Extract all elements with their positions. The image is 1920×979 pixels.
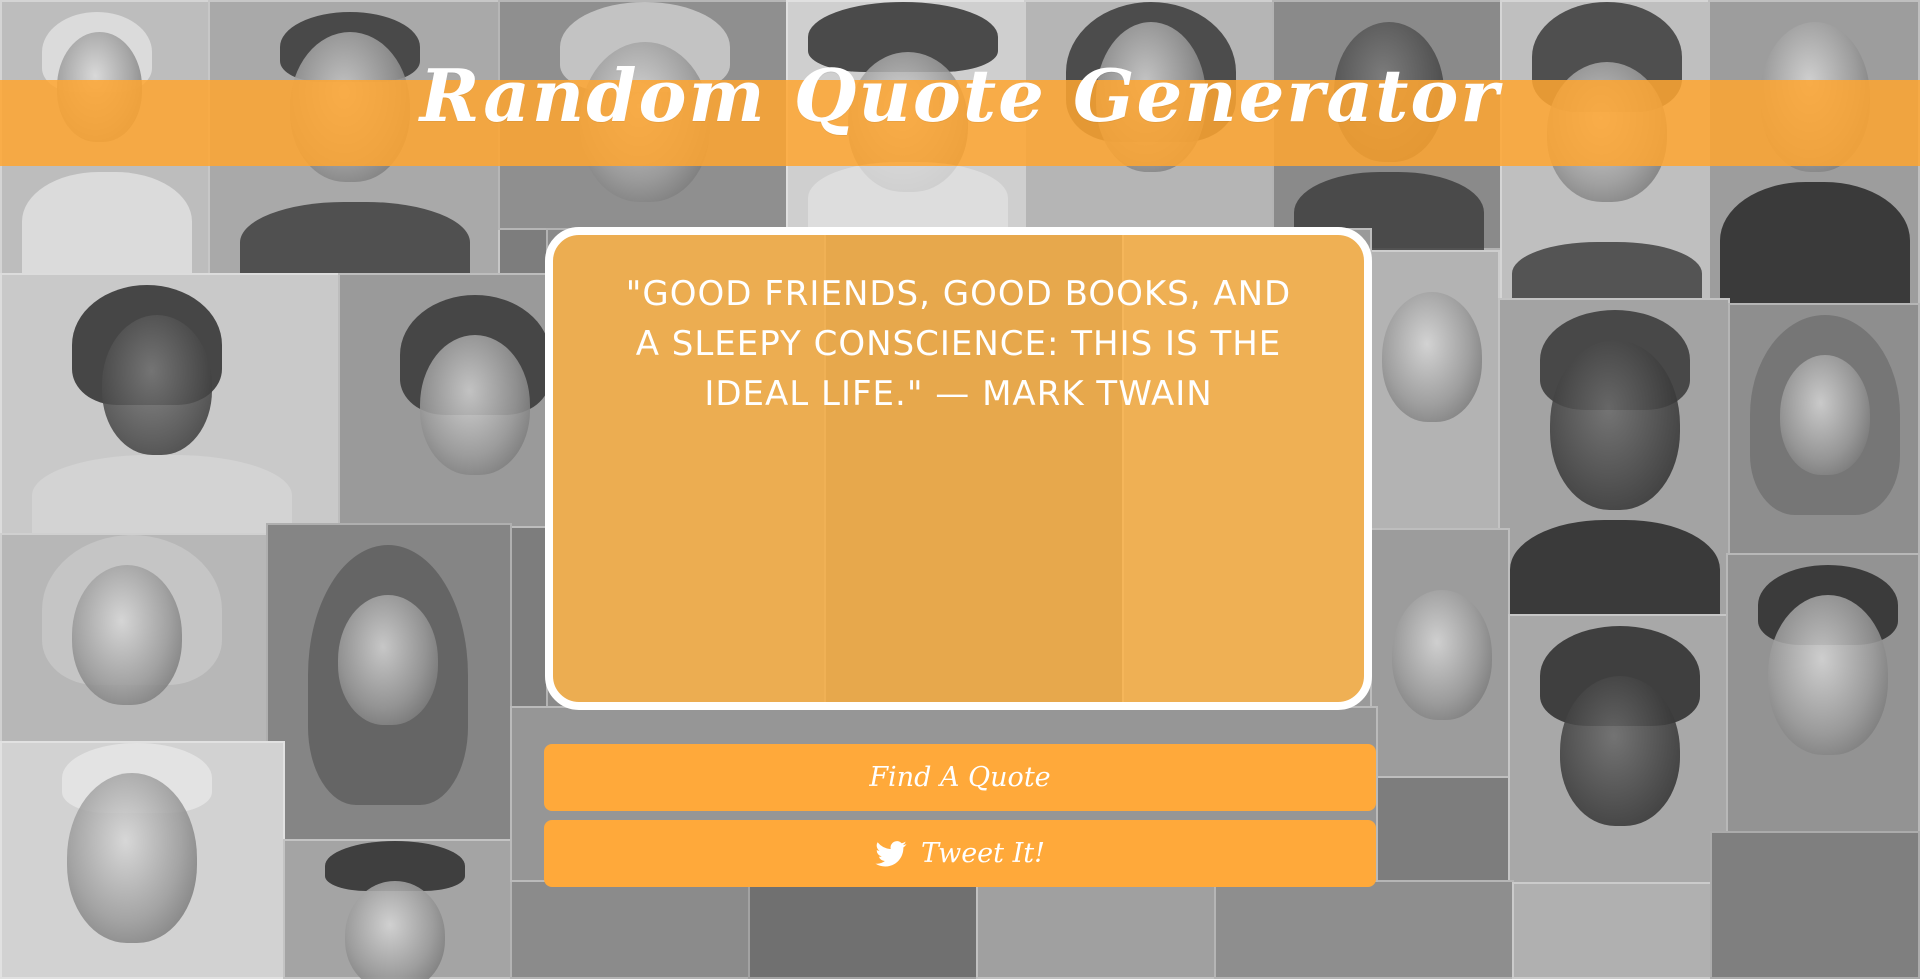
portrait-tile: [0, 533, 268, 743]
portrait-tile: [976, 880, 1216, 979]
portrait-tile: [338, 273, 550, 528]
portrait-tile: [748, 880, 978, 979]
find-quote-label: Find A Quote: [869, 762, 1051, 793]
portrait-tile: [1726, 553, 1920, 833]
portrait-tile: [283, 839, 513, 979]
portrait-tile: [266, 523, 512, 841]
tweet-button[interactable]: Tweet It!: [544, 820, 1376, 887]
title-banner: Random Quote Generator: [0, 59, 1920, 166]
tweet-label: Tweet It!: [921, 838, 1045, 869]
portrait-tile: [1370, 250, 1500, 530]
portrait-tile: [1370, 528, 1510, 778]
portrait-tile: [1710, 831, 1920, 979]
portrait-tile: [1498, 298, 1730, 630]
portrait-tile: [1214, 880, 1514, 979]
portrait-tile: [510, 880, 750, 979]
twitter-bird-icon: [875, 840, 907, 866]
portrait-tile: [1508, 614, 1728, 884]
portrait-tile: [1728, 303, 1920, 555]
quote-text: "Good friends, good books, and a sleepy …: [625, 274, 1292, 414]
portrait-tile: [0, 273, 340, 545]
find-quote-button[interactable]: Find A Quote: [544, 744, 1376, 811]
portrait-tile: [1512, 882, 1712, 979]
quote-card: "Good friends, good books, and a sleepy …: [545, 227, 1372, 710]
portrait-tile: [0, 741, 285, 979]
page-title: Random Quote Generator: [419, 52, 1501, 138]
